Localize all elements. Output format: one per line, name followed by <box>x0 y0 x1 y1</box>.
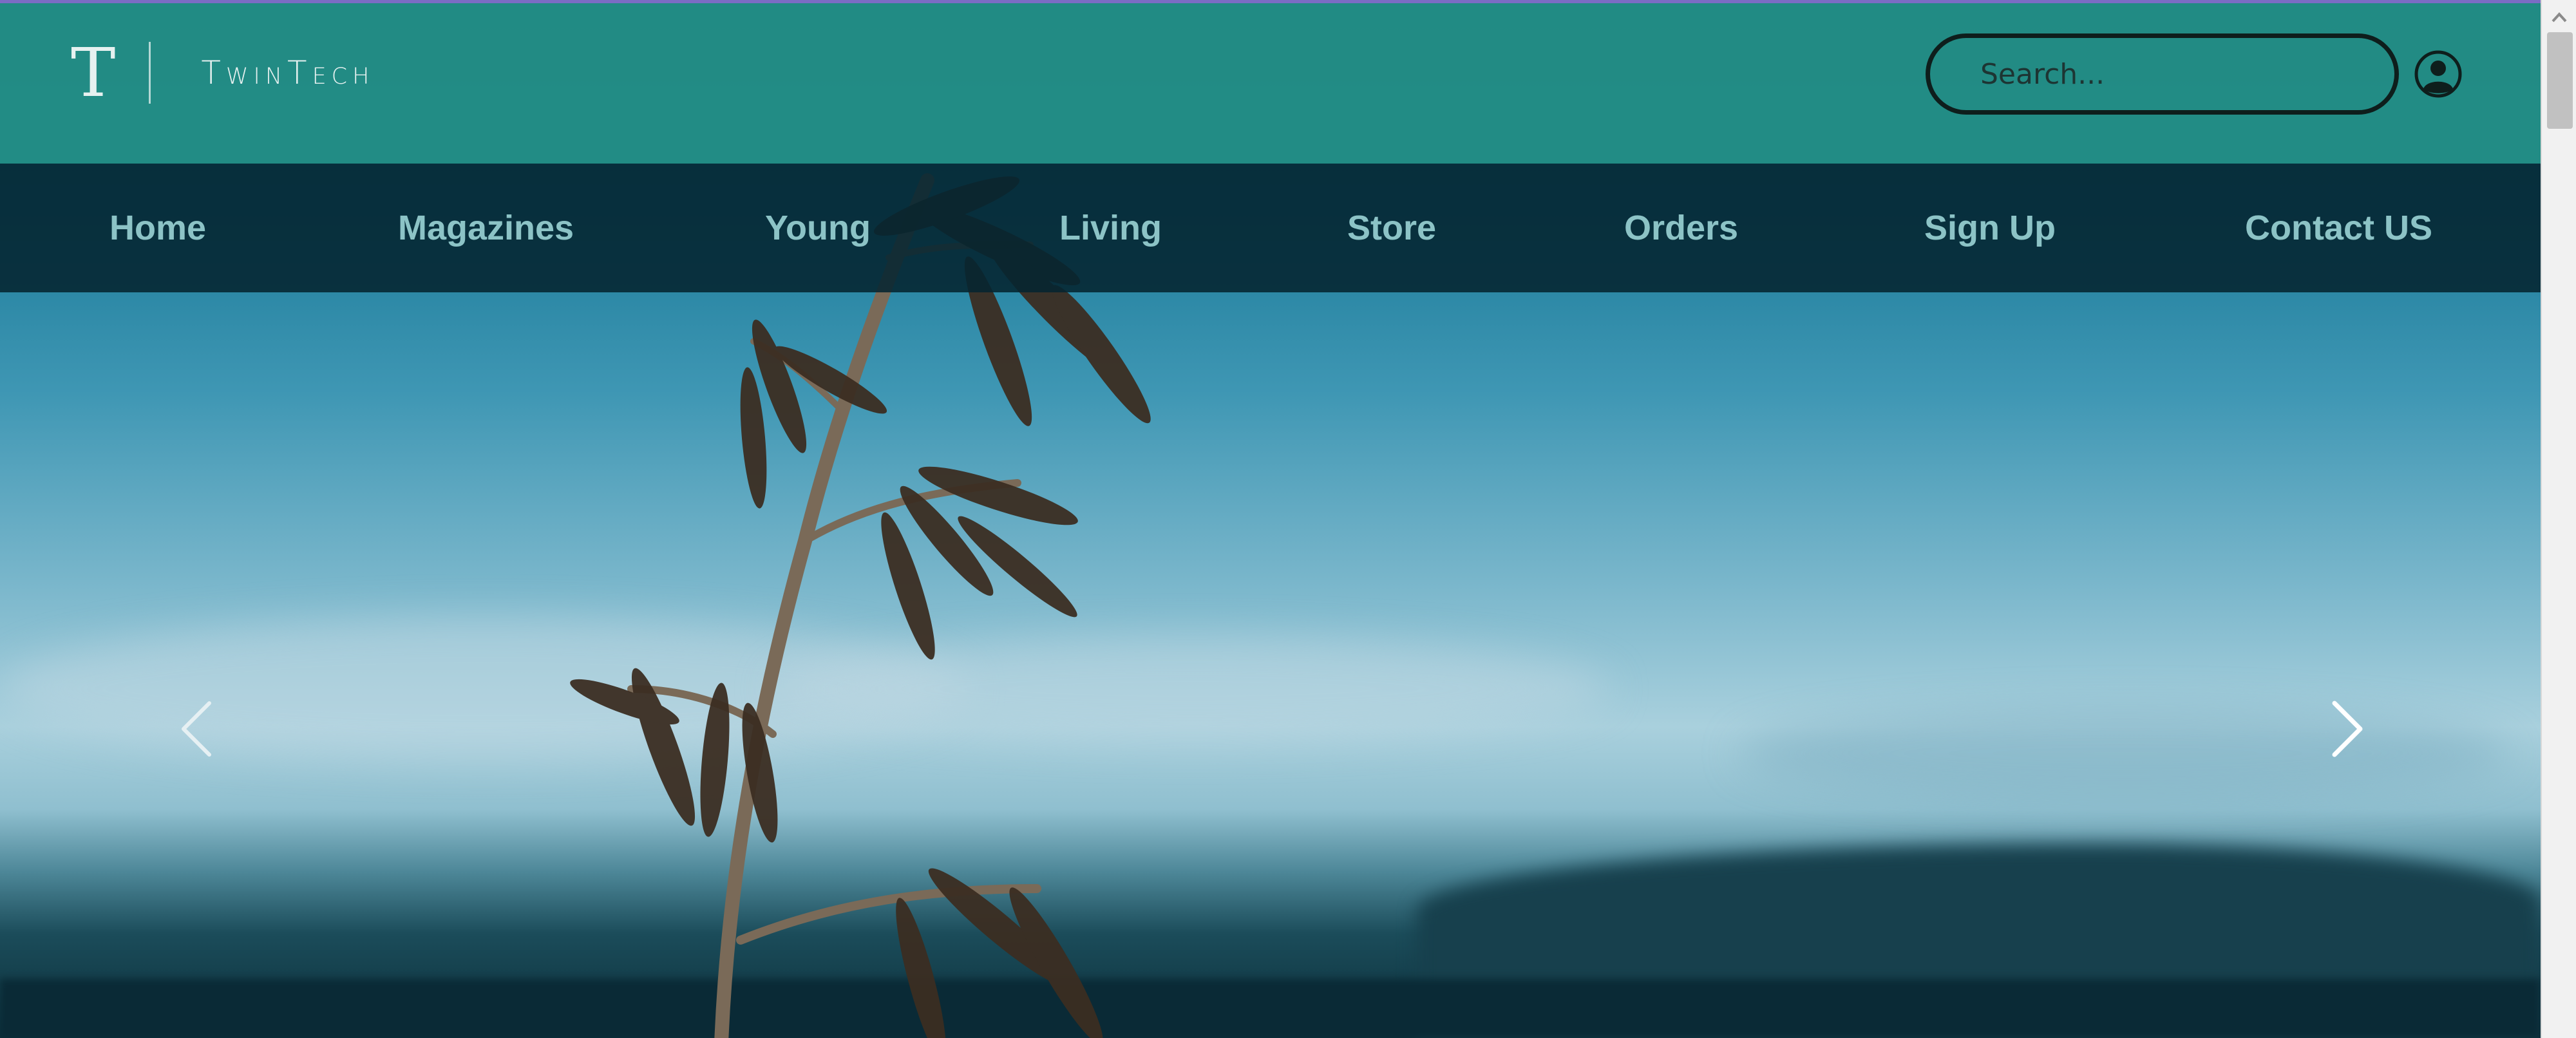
scrollbar-thumb[interactable] <box>2547 32 2573 129</box>
logo-mark-icon: T <box>71 33 115 112</box>
nav-item-magazines[interactable]: Magazines <box>398 164 574 292</box>
header: T TwinTech <box>0 0 2541 164</box>
browser-viewport: T TwinTech Home Magazines Young Living S… <box>0 0 2541 1038</box>
main-nav: Home Magazines Young Living Store Orders… <box>0 164 2541 292</box>
brand-name: TwinTech <box>201 54 375 91</box>
vertical-scrollbar[interactable] <box>2541 0 2576 1038</box>
page: T TwinTech Home Magazines Young Living S… <box>0 0 2576 1038</box>
search-box[interactable] <box>1926 33 2399 115</box>
scroll-up-icon[interactable] <box>2551 12 2568 23</box>
chevron-right-icon[interactable] <box>2325 697 2370 761</box>
search-input[interactable] <box>1980 57 2367 91</box>
user-circle-icon[interactable] <box>2414 50 2463 99</box>
nav-item-contact-us[interactable]: Contact US <box>2245 164 2432 292</box>
brand-logo[interactable]: T TwinTech <box>71 33 375 112</box>
cloud <box>1739 708 2512 798</box>
nav-item-home[interactable]: Home <box>109 164 206 292</box>
nav-item-orders[interactable]: Orders <box>1624 164 1738 292</box>
chevron-left-icon[interactable] <box>174 697 219 761</box>
nav-item-sign-up[interactable]: Sign Up <box>1924 164 2056 292</box>
logo-divider <box>149 42 151 104</box>
nav-item-store[interactable]: Store <box>1347 164 1436 292</box>
nav-item-young[interactable]: Young <box>765 164 871 292</box>
nav-item-living[interactable]: Living <box>1059 164 1162 292</box>
